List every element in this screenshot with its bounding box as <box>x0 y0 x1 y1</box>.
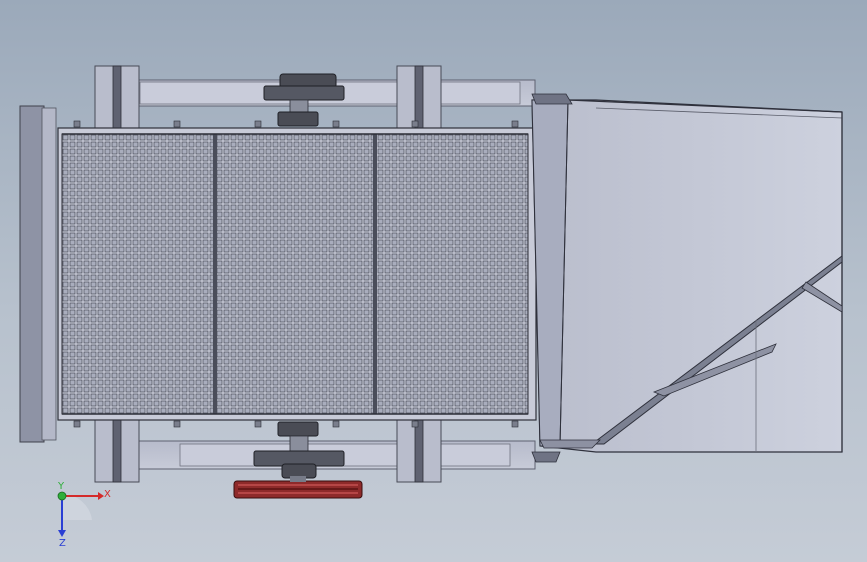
z-axis-arrow-icon <box>58 530 66 537</box>
belt-pulley <box>233 476 363 499</box>
y-axis-label: Y <box>57 481 65 492</box>
orientation-triad: X Y Z <box>57 481 111 549</box>
y-axis-dot-icon <box>57 491 67 501</box>
cad-viewport[interactable]: X Y Z <box>0 0 867 562</box>
discharge-hopper <box>531 93 843 463</box>
z-axis-label: Z <box>59 538 66 549</box>
vibrating-screen <box>57 127 537 421</box>
cad-drawing: X Y Z <box>19 65 843 549</box>
x-axis-label: X <box>104 489 111 500</box>
